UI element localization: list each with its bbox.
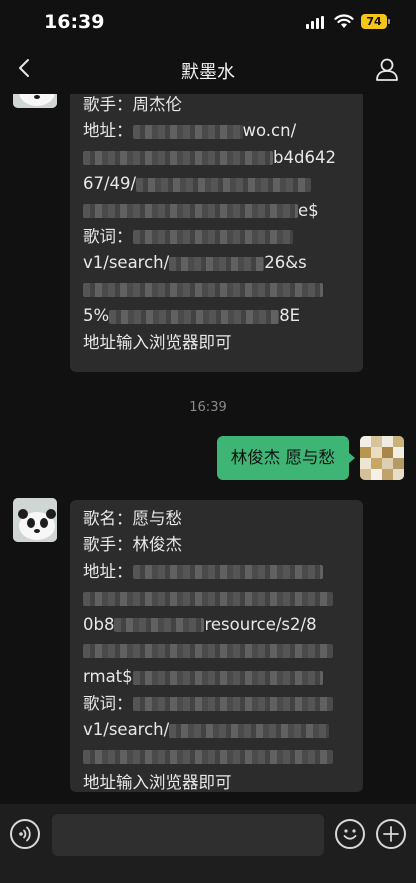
wifi-icon xyxy=(334,14,354,28)
message-line: 0b8 resource/s2/8 xyxy=(83,614,317,634)
signal-icon xyxy=(306,16,324,29)
message-line xyxy=(83,638,351,664)
chat-title: 默墨水 xyxy=(181,62,235,83)
message-line: 地址： wo.cn/ xyxy=(83,121,297,141)
message-line: 歌手：林俊杰 xyxy=(83,535,182,555)
message-line: 地址： xyxy=(83,559,351,585)
emoji-icon[interactable] xyxy=(335,819,365,849)
message-line: 歌手：周杰伦 xyxy=(83,95,182,114)
message-line: 地址输入浏览器即可 xyxy=(83,332,232,352)
message-line: v1/search/26&s xyxy=(83,253,307,273)
message-line: v1/search/ xyxy=(83,717,351,743)
message-bubble-received[interactable]: 歌手：周杰伦 地址： wo.cn/ b4d642 67/49/ e$ 歌词： v1… xyxy=(70,94,363,372)
message-line: 67/49/ xyxy=(83,171,351,197)
message-line xyxy=(83,744,351,770)
message-line xyxy=(83,277,351,303)
message-line: 5% 8E xyxy=(83,306,301,326)
message-line: b4d642 xyxy=(83,145,351,171)
message-bubble-sent[interactable]: 林俊杰 愿与愁 xyxy=(216,436,356,480)
input-bar xyxy=(0,804,416,883)
user-avatar[interactable] xyxy=(360,436,404,480)
message-bubble-received[interactable]: 歌名：愿与愁 歌手：林俊杰 地址： 0b8 resource/s2/8 rmat$… xyxy=(70,500,363,792)
message-timestamp: 16:39 xyxy=(189,400,227,415)
bot-avatar[interactable] xyxy=(13,498,57,542)
message-line: e$ xyxy=(83,198,351,224)
bot-avatar[interactable] xyxy=(13,94,57,108)
status-bar: 16:39 74 xyxy=(0,0,416,44)
person-icon[interactable] xyxy=(374,56,400,82)
chat-header: 默墨水 xyxy=(0,44,416,94)
message-line: 歌词： xyxy=(83,224,351,250)
message-list[interactable]: 歌手：周杰伦 地址： wo.cn/ b4d642 67/49/ e$ 歌词： v1… xyxy=(0,94,416,804)
voice-icon[interactable] xyxy=(10,819,40,849)
message-input[interactable] xyxy=(52,814,324,856)
plus-icon[interactable] xyxy=(376,819,406,849)
message-line: 歌词： xyxy=(83,691,351,717)
message-line xyxy=(83,585,351,611)
message-line: rmat$ xyxy=(83,664,351,690)
battery-icon: 74 xyxy=(361,14,390,29)
message-line: 歌名：愿与愁 xyxy=(83,509,182,528)
message-line: 地址输入浏览器即可 xyxy=(83,772,232,792)
status-time: 16:39 xyxy=(44,11,105,33)
